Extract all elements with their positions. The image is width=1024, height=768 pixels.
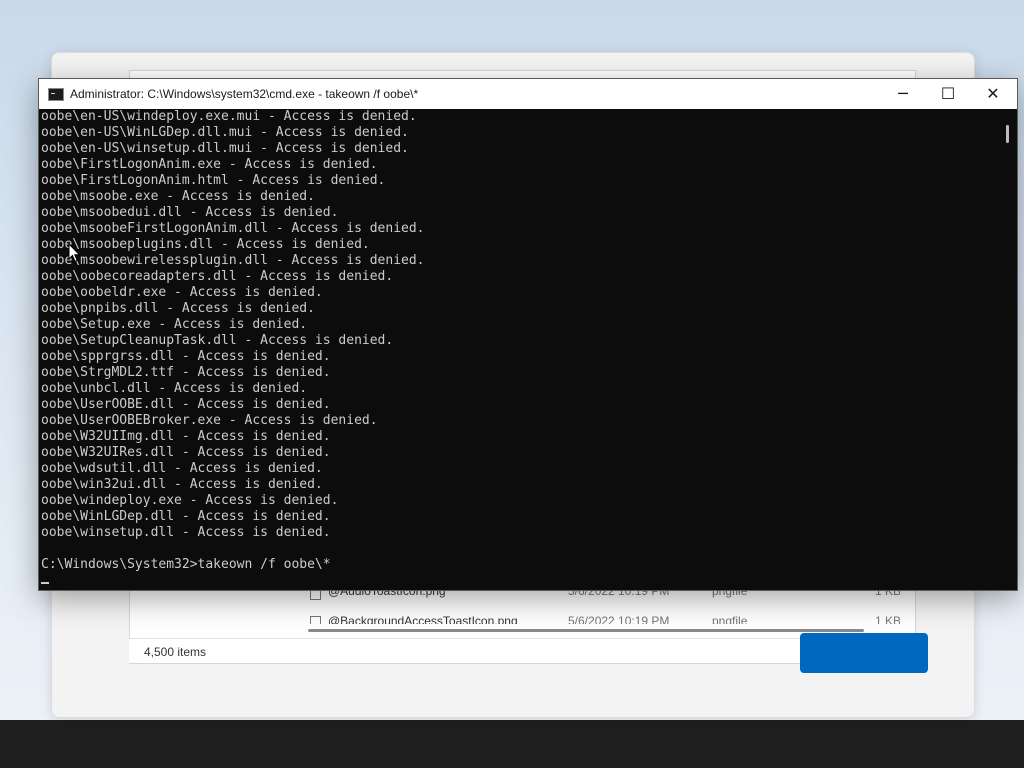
cmd-window[interactable]: Administrator: C:\Windows\system32\cmd.e…	[38, 78, 1018, 591]
file-name: @BackgroundAccessToastIcon.png	[328, 614, 518, 624]
taskbar	[0, 720, 1024, 768]
file-date: 5/6/2022 10:19 PM	[568, 614, 670, 624]
console-line: oobe\StrgMDL2.ttf - Access is denied.	[41, 365, 331, 380]
cmd-icon	[48, 88, 64, 101]
command-prompt-line: C:\Windows\System32>takeown /f oobe\*	[41, 557, 331, 572]
scrollbar-thumb[interactable]	[308, 629, 864, 632]
minimize-button[interactable]: ─	[880, 79, 926, 109]
console-line: oobe\en-US\WinLGDep.dll.mui - Access is …	[41, 125, 409, 140]
console-line: oobe\UserOOBE.dll - Access is denied.	[41, 397, 331, 412]
console-line: oobe\FirstLogonAnim.html - Access is den…	[41, 173, 386, 188]
console-line: oobe\msoobeFirstLogonAnim.dll - Access i…	[41, 221, 425, 236]
file-size: 1 KB	[875, 614, 900, 624]
cursor-line	[39, 573, 999, 589]
text-cursor	[41, 582, 49, 584]
console-line: oobe\W32UIImg.dll - Access is denied.	[41, 429, 331, 444]
console-line: oobe\UserOOBEBroker.exe - Access is deni…	[41, 413, 378, 428]
maximize-button[interactable]: ☐	[925, 79, 971, 109]
console-line: oobe\W32UIRes.dll - Access is denied.	[41, 445, 331, 460]
console-line: oobe\winsetup.dll - Access is denied.	[41, 525, 331, 540]
close-button[interactable]: ✕	[970, 79, 1016, 109]
console-line: oobe\spprgrss.dll - Access is denied.	[41, 349, 331, 364]
console-line: oobe\pnpibs.dll - Access is denied.	[41, 301, 315, 316]
console-line: oobe\unbcl.dll - Access is denied.	[41, 381, 308, 396]
console-line: oobe\wdsutil.dll - Access is denied.	[41, 461, 323, 476]
file-row[interactable]: @BackgroundAccessToastIcon.png 5/6/2022 …	[310, 612, 900, 624]
vertical-scrollbar[interactable]	[999, 109, 1017, 590]
console-line: oobe\WinLGDep.dll - Access is denied.	[41, 509, 331, 524]
maximize-icon: ☐	[940, 84, 956, 103]
file-icon	[310, 616, 321, 624]
file-type: pngfile	[712, 614, 748, 624]
console-line: oobe\FirstLogonAnim.exe - Access is deni…	[41, 157, 378, 172]
console-line: oobe\SetupCleanupTask.dll - Access is de…	[41, 333, 394, 348]
console-line: oobe\oobecoreadapters.dll - Access is de…	[41, 269, 394, 284]
console-output[interactable]: oobe\en-US\windeploy.exe.mui - Access is…	[39, 109, 999, 590]
console-line: oobe\windeploy.exe - Access is denied.	[41, 493, 339, 508]
title-bar[interactable]: Administrator: C:\Windows\system32\cmd.e…	[39, 79, 1017, 109]
window-title: Administrator: C:\Windows\system32\cmd.e…	[70, 87, 419, 101]
scrollbar-thumb[interactable]	[1006, 125, 1009, 143]
console-line: oobe\win32ui.dll - Access is denied.	[41, 477, 323, 492]
console-line: oobe\msoobe.exe - Access is denied.	[41, 189, 315, 204]
status-bar: 4,500 items	[129, 638, 914, 663]
item-count: 4,500 items	[144, 645, 207, 659]
console-line: oobe\en-US\windeploy.exe.mui - Access is…	[41, 109, 417, 124]
console-line: oobe\oobeldr.exe - Access is denied.	[41, 285, 323, 300]
console-line: oobe\msoobedui.dll - Access is denied.	[41, 205, 339, 220]
close-icon: ✕	[986, 84, 1000, 103]
primary-action-button[interactable]	[800, 633, 928, 673]
console-line: oobe\msoobeplugins.dll - Access is denie…	[41, 237, 370, 252]
console-line: oobe\msoobewirelessplugin.dll - Access i…	[41, 253, 425, 268]
minimize-icon: ─	[898, 84, 908, 103]
mouse-pointer-icon	[68, 243, 81, 263]
console-line: oobe\Setup.exe - Access is denied.	[41, 317, 308, 332]
console-line: oobe\en-US\winsetup.dll.mui - Access is …	[41, 141, 409, 156]
